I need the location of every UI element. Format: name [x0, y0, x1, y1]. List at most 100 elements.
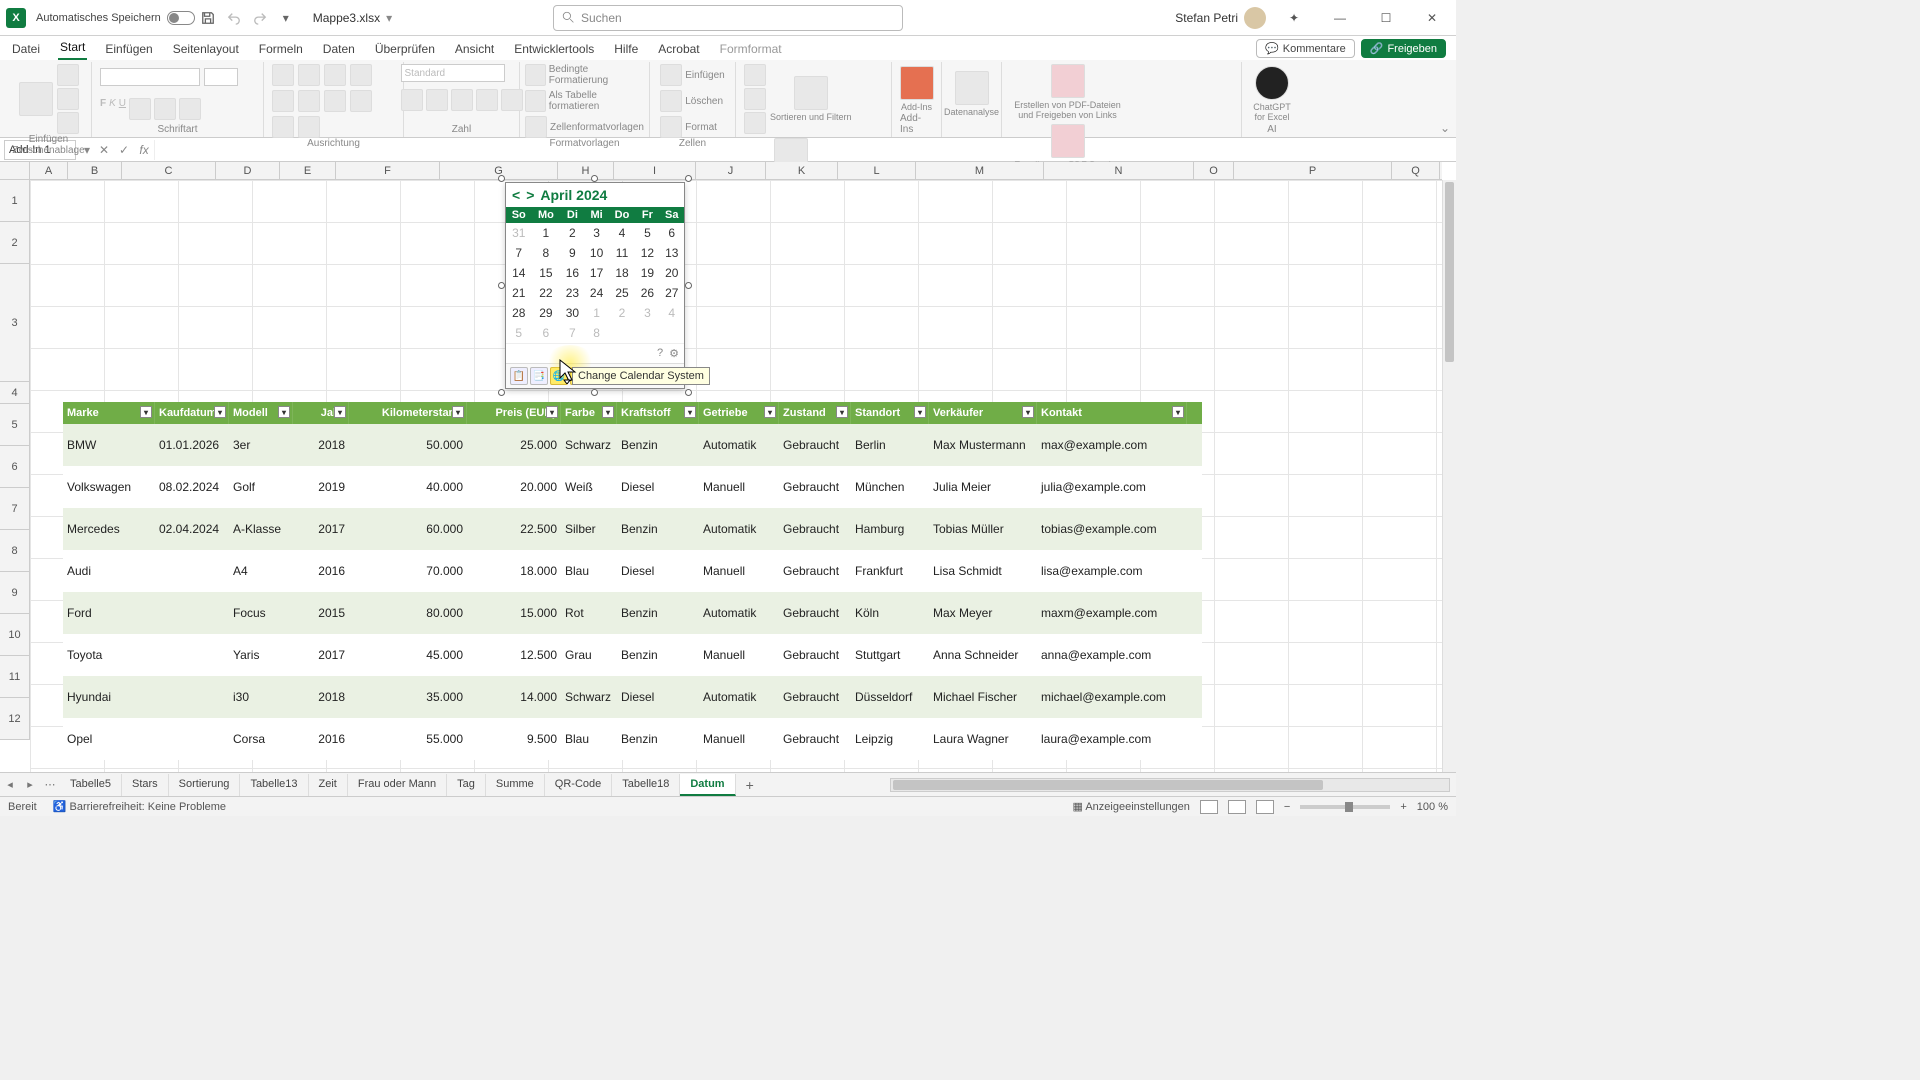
table-cell[interactable]: 15.000	[467, 592, 561, 634]
filter-dropdown-icon[interactable]: ▾	[334, 406, 346, 418]
table-cell[interactable]: Gebraucht	[779, 634, 851, 676]
column-header[interactable]: Verkäufer▾	[929, 402, 1037, 424]
table-cell[interactable]: Hamburg	[851, 508, 929, 550]
table-cell[interactable]: Automatik	[699, 592, 779, 634]
format-as-table[interactable]: Als Tabelle formatieren	[525, 90, 644, 112]
zoom-in-button[interactable]: +	[1400, 801, 1406, 813]
sheet-tab[interactable]: Zeit	[309, 774, 348, 796]
sheet-tab[interactable]: Tag	[447, 774, 486, 796]
tab-hilfe[interactable]: Hilfe	[612, 38, 640, 60]
table-cell[interactable]: Diesel	[617, 466, 699, 508]
calendar-day[interactable]: 28	[506, 303, 531, 323]
border-icon[interactable]	[129, 98, 151, 120]
table-cell[interactable]: 2019	[293, 466, 349, 508]
table-cell[interactable]: Manuell	[699, 466, 779, 508]
table-cell[interactable]: Automatik	[699, 676, 779, 718]
align-left-icon[interactable]	[298, 90, 320, 112]
sheet-tab[interactable]: Sortierung	[169, 774, 241, 796]
table-row[interactable]: FordFocus201580.00015.000RotBenzinAutoma…	[63, 592, 1202, 634]
sheet-tab[interactable]: Tabelle5	[60, 774, 122, 796]
filter-dropdown-icon[interactable]: ▾	[602, 406, 614, 418]
conditional-formatting[interactable]: Bedingte Formatierung	[525, 64, 644, 86]
table-cell[interactable]: Mercedes	[63, 508, 155, 550]
sheet-tab[interactable]: QR-Code	[545, 774, 612, 796]
table-cell[interactable]: A4	[229, 550, 293, 592]
clear-icon[interactable]	[744, 112, 766, 134]
table-cell[interactable]: Manuell	[699, 634, 779, 676]
column-header[interactable]: Kraftstoff▾	[617, 402, 699, 424]
table-row[interactable]: Volkswagen08.02.2024Golf201940.00020.000…	[63, 466, 1202, 508]
paste-icon[interactable]	[19, 82, 53, 116]
sheet-tab[interactable]: Tabelle13	[240, 774, 308, 796]
table-cell[interactable]: Berlin	[851, 424, 929, 466]
horizontal-scrollbar[interactable]	[890, 778, 1450, 792]
vertical-scrollbar[interactable]	[1442, 180, 1456, 772]
table-row[interactable]: Mercedes02.04.2024A-Klasse201760.00022.5…	[63, 508, 1202, 550]
table-cell[interactable]: Blau	[561, 550, 617, 592]
tab-formeln[interactable]: Formeln	[257, 38, 305, 60]
tab-daten[interactable]: Daten	[321, 38, 357, 60]
calendar-day[interactable]: 9	[560, 243, 584, 263]
calendar-grid[interactable]: SoMoDiMiDoFrSa 3112345678910111213141516…	[506, 207, 684, 343]
format-painter-icon[interactable]	[57, 112, 79, 134]
table-cell[interactable]: Max Mustermann	[929, 424, 1037, 466]
table-cell[interactable]: 2017	[293, 634, 349, 676]
table-cell[interactable]: Stuttgart	[851, 634, 929, 676]
font-size[interactable]	[204, 68, 238, 86]
table-cell[interactable]: Benzin	[617, 592, 699, 634]
table-cell[interactable]: Gebraucht	[779, 592, 851, 634]
table-cell[interactable]: lisa@example.com	[1037, 550, 1187, 592]
calendar-addin[interactable]: < > April 2024 SoMoDiMiDoFrSa 3112345678…	[505, 182, 685, 389]
table-cell[interactable]: 14.000	[467, 676, 561, 718]
table-cell[interactable]: Ford	[63, 592, 155, 634]
calendar-tool-3[interactable]: 🌐	[550, 367, 568, 385]
view-break-icon[interactable]	[1256, 800, 1274, 814]
fill-color-icon[interactable]	[154, 98, 176, 120]
status-accessibility[interactable]: ♿ Barrierefreiheit: Keine Probleme	[53, 800, 226, 813]
calendar-day[interactable]: 17	[585, 263, 609, 283]
table-cell[interactable]: 40.000	[349, 466, 467, 508]
table-cell[interactable]: 2018	[293, 424, 349, 466]
table-cell[interactable]: 2018	[293, 676, 349, 718]
calendar-day[interactable]: 14	[506, 263, 531, 283]
view-normal-icon[interactable]	[1200, 800, 1218, 814]
table-cell[interactable]: Volkswagen	[63, 466, 155, 508]
align-bottom-icon[interactable]	[324, 64, 346, 86]
calendar-day[interactable]: 25	[609, 283, 636, 303]
table-cell[interactable]: Golf	[229, 466, 293, 508]
table-cell[interactable]: Gebraucht	[779, 676, 851, 718]
inc-decimal-icon[interactable]	[476, 89, 498, 111]
table-cell[interactable]: Yaris	[229, 634, 293, 676]
table-cell[interactable]: Benzin	[617, 634, 699, 676]
table-cell[interactable]: Leipzig	[851, 718, 929, 760]
qat-dropdown-icon[interactable]: ▾	[275, 7, 297, 29]
column-header[interactable]: Modell▾	[229, 402, 293, 424]
toggle-off-icon[interactable]	[167, 11, 195, 25]
italic-button[interactable]: K	[109, 98, 116, 120]
table-cell[interactable]: Manuell	[699, 718, 779, 760]
table-cell[interactable]: Gebraucht	[779, 424, 851, 466]
tab-acrobat[interactable]: Acrobat	[656, 38, 701, 60]
insert-cells[interactable]: Einfügen	[660, 64, 724, 86]
table-cell[interactable]: Manuell	[699, 550, 779, 592]
table-cell[interactable]: Diesel	[617, 550, 699, 592]
table-row[interactable]: BMW01.01.20263er201850.00025.000SchwarzB…	[63, 424, 1202, 466]
user-account[interactable]: Stefan Petri	[1175, 7, 1266, 29]
column-header[interactable]: Jahr▾	[293, 402, 349, 424]
column-headers[interactable]: A B C D E F G H I J K L M N O P Q	[0, 162, 1442, 180]
table-cell[interactable]	[155, 718, 229, 760]
tab-ansicht[interactable]: Ansicht	[453, 38, 496, 60]
column-header[interactable]: Farbe▾	[561, 402, 617, 424]
bold-button[interactable]: F	[100, 98, 106, 120]
calendar-day[interactable]: 7	[560, 323, 584, 343]
filter-dropdown-icon[interactable]: ▾	[140, 406, 152, 418]
merge-icon[interactable]	[298, 116, 320, 138]
filter-dropdown-icon[interactable]: ▾	[1022, 406, 1034, 418]
calendar-day[interactable]: 19	[635, 263, 659, 283]
undo-icon[interactable]	[223, 7, 245, 29]
column-header[interactable]: Zustand▾	[779, 402, 851, 424]
calendar-day[interactable]: 11	[609, 243, 636, 263]
table-cell[interactable]: maxm@example.com	[1037, 592, 1187, 634]
filter-dropdown-icon[interactable]: ▾	[836, 406, 848, 418]
font-select[interactable]	[100, 68, 200, 86]
